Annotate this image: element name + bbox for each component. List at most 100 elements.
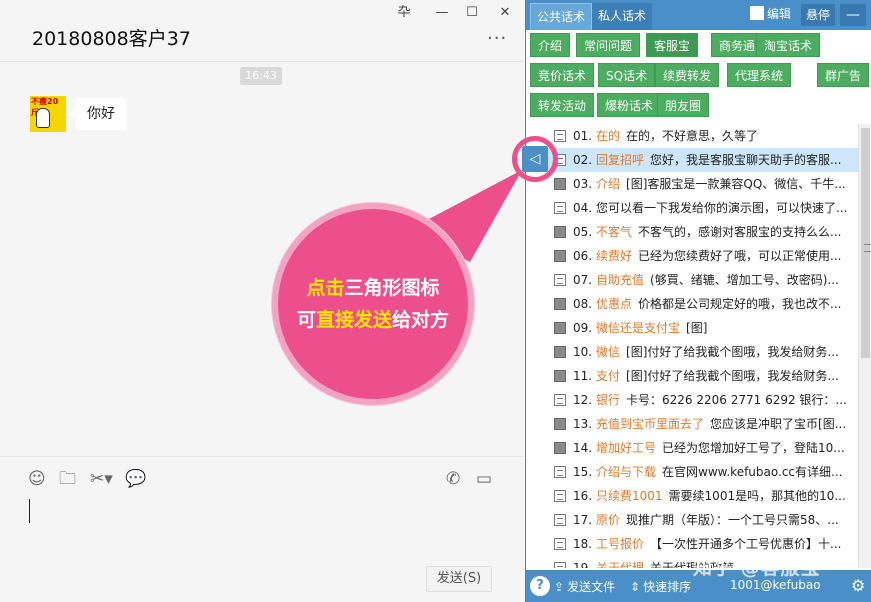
reply-list-item[interactable]: 06. 续费好 已经为您续费好了哦，可以正常使用... — [526, 244, 858, 268]
category-button[interactable]: 淘宝话术 — [756, 33, 821, 57]
reply-number: 04. — [573, 201, 593, 215]
reply-title-line: 支付 [图]付好了给我截个图哦，我发给财务... — [596, 364, 839, 388]
category-button[interactable]: 转发活动 — [530, 93, 595, 117]
settings-gear-icon[interactable]: ⚙ — [851, 576, 865, 595]
callout-highlight-send: 直接发送 — [315, 309, 392, 331]
category-button[interactable]: 群广告 — [817, 63, 870, 87]
reply-text: 已经为您续费好了哦，可以正常使用... — [638, 249, 842, 263]
reply-title: 介绍与下载 — [596, 465, 657, 479]
reply-text: 【一次性开通多个工号优惠价】十... — [650, 537, 842, 551]
reply-text: 已经为您增加好工号了，登陆10... — [662, 441, 845, 455]
reply-number: 17. — [573, 513, 593, 527]
more-options-icon[interactable]: ··· — [487, 28, 507, 49]
reply-list-item[interactable]: 11. 支付 [图]付好了给我截个图哦，我发给财务... — [526, 364, 858, 388]
reply-title: 增加好工号 — [596, 441, 657, 455]
callout-bubble: 点击三角形图标 可直接发送给对方 — [272, 203, 474, 405]
text-reply-icon — [554, 490, 566, 502]
edit-button[interactable]: 编辑 — [750, 5, 791, 22]
help-icon[interactable]: ? — [530, 576, 550, 596]
image-reply-icon — [554, 250, 566, 262]
message-input-area[interactable]: ☺ 🗀 ✂▾ 💬 ✆ ▭ 发送(S) — [0, 456, 524, 602]
text-reply-icon — [554, 274, 566, 286]
reply-list-item[interactable]: 07. 自助充值 (够買、绪辘、增加工号、改密码)... — [526, 268, 858, 292]
image-reply-icon — [554, 226, 566, 238]
category-button[interactable]: 竞价话术 — [530, 63, 595, 87]
reply-title: 只续费1001 — [596, 489, 663, 503]
reply-title-line: 介绍与下载 在官网www.kefubao.cc有详细... — [596, 460, 842, 484]
voice-call-icon[interactable]: ✆ — [446, 469, 460, 489]
reply-list-item[interactable]: 08. 优惠点 价格都是公司规定好的哦，我也改不... — [526, 292, 858, 316]
quick-reply-panel: 公共话术 私人话术 编辑 悬停 — 介绍 常问问题 客服宝 商务通 淘宝话术 竞价话术 SQ… — [525, 0, 871, 602]
sort-icon: ⇕ — [630, 580, 641, 594]
callout-line-1: 点击三角形图标 — [278, 273, 468, 300]
reply-list-item[interactable]: 13. 充值到宝币里面去了 您应该是冲职了宝币[图... — [526, 412, 858, 436]
reply-number: 19. — [573, 561, 593, 568]
emoji-icon[interactable]: ☺ — [28, 469, 46, 489]
chat-history-icon[interactable]: 💬 — [125, 469, 146, 489]
reply-list-item[interactable]: 12. 银行 卡号：6226 2206 2771 6292 银行：... — [526, 388, 858, 412]
reply-title-line: 您可以看一下我发给你的演示图，可以快速了... — [596, 196, 847, 220]
reply-list-item[interactable]: 17. 原价 现推广期（年版）：一个工号只需58、... — [526, 508, 858, 532]
reply-list-scrollbar[interactable] — [858, 124, 871, 568]
category-buttons: 介绍 常问问题 客服宝 商务通 淘宝话术 竞价话术 SQ话术 续费转发 代理系统 群广告 转发活动爆… — [526, 30, 871, 122]
reply-title: 介绍 — [596, 177, 621, 191]
reply-title-line: 微信还是支付宝 [图] — [596, 316, 707, 340]
text-reply-icon — [554, 562, 566, 568]
reply-text: 价格都是公司规定好的哦，我也改不... — [638, 297, 842, 311]
reply-title-line: 优惠点 价格都是公司规定好的哦，我也改不... — [596, 292, 841, 316]
reply-number: 11. — [573, 369, 593, 383]
reply-title: 优惠点 — [596, 297, 633, 311]
reply-title: 工号报价 — [596, 537, 645, 551]
quick-sort-button[interactable]: ⇕ 快速排序 — [630, 578, 691, 595]
maximize-button[interactable]: ☐ — [461, 2, 483, 24]
reply-title-line: 回复招呼 您好，我是客服宝聊天助手的客服... — [596, 148, 841, 172]
folder-icon[interactable]: 🗀 — [59, 469, 76, 489]
reply-list-item[interactable]: 19. 关于代理 关于代理的政策... — [526, 556, 858, 568]
screenshot-scissors-icon[interactable]: ✂▾ — [90, 469, 113, 489]
reply-title-line: 在的 在的，不好意思，久等了 — [596, 124, 758, 148]
float-button[interactable]: 悬停 — [801, 4, 835, 26]
reply-list-item[interactable]: 01. 在的 在的，不好意思，久等了 — [526, 124, 858, 148]
category-button[interactable]: 朋友圈 — [657, 93, 710, 117]
reply-list-item[interactable]: 16. 只续费1001 需要续1001是吗，那其他的10... — [526, 484, 858, 508]
close-button[interactable]: ✕ — [494, 2, 516, 24]
reply-list-item[interactable]: 18. 工号报价 【一次性开通多个工号优惠价】十... — [526, 532, 858, 556]
send-file-button[interactable]: ⇪ 发送文件 — [554, 578, 615, 595]
reply-text: 不客气的，感谢对客服宝的支持么么... — [638, 225, 842, 239]
category-button[interactable]: 介绍 — [530, 33, 571, 57]
send-button[interactable]: 发送(S) — [426, 566, 492, 592]
category-button[interactable]: 续费转发 — [655, 63, 720, 87]
reply-list-item[interactable]: 02. 回复招呼 您好，我是客服宝聊天助手的客服... — [526, 148, 858, 172]
reply-list-item[interactable]: 05. 不客气 不客气的，感谢对客服宝的支持么么... — [526, 220, 858, 244]
send-triangle-icon[interactable]: ◁ — [522, 146, 548, 172]
reply-number: 15. — [573, 465, 593, 479]
category-button[interactable]: 代理系统 — [727, 63, 792, 87]
minimize-button[interactable]: — — [431, 2, 453, 24]
reply-list-item[interactable]: 14. 增加好工号 已经为您增加好工号了，登陆10... — [526, 436, 858, 460]
reply-list-item[interactable]: 09. 微信还是支付宝 [图] — [526, 316, 858, 340]
category-button[interactable]: 常问问题 — [576, 33, 641, 57]
category-button[interactable]: 客服宝 — [646, 33, 699, 57]
reply-list-item[interactable]: 15. 介绍与下载 在官网www.kefubao.cc有详细... — [526, 460, 858, 484]
video-call-icon[interactable]: ▭ — [476, 469, 492, 489]
panel-minimize-button[interactable]: — — [840, 4, 866, 26]
callout-text-triangle: 三角形图标 — [344, 277, 440, 299]
contact-avatar[interactable]: 不瘦20斤 — [30, 96, 66, 132]
reply-list: 01. 在的 在的，不好意思，久等了 02. 回复招呼 您好，我是客服宝聊天助手的客服..… — [526, 124, 858, 568]
reply-list-item[interactable]: 10. 微信 [图]付好了给我截个图哦，我发给财务... — [526, 340, 858, 364]
reply-list-item[interactable]: 03. 介绍 [图]客服宝是一款兼容QQ、微信、千牛... — [526, 172, 858, 196]
avatar-figure-icon — [36, 108, 50, 128]
scroll-thumb[interactable] — [861, 128, 871, 358]
category-button[interactable]: 爆粉话术 — [597, 93, 662, 117]
reply-number: 10. — [573, 345, 593, 359]
reply-title: 微信 — [596, 345, 621, 359]
tab-private-scripts[interactable]: 私人话术 — [592, 3, 653, 30]
reply-text: 在官网www.kefubao.cc有详细... — [662, 465, 843, 479]
text-reply-icon — [554, 538, 566, 550]
tab-public-scripts[interactable]: 公共话术 — [530, 3, 593, 30]
pin-icon[interactable]: 卆 — [393, 2, 415, 24]
reply-title-line: 续费好 已经为您续费好了哦，可以正常使用... — [596, 244, 841, 268]
reply-list-item[interactable]: 04. 您可以看一下我发给你的演示图，可以快速了... — [526, 196, 858, 220]
reply-number: 08. — [573, 297, 593, 311]
category-button[interactable]: SQ话术 — [598, 63, 656, 87]
